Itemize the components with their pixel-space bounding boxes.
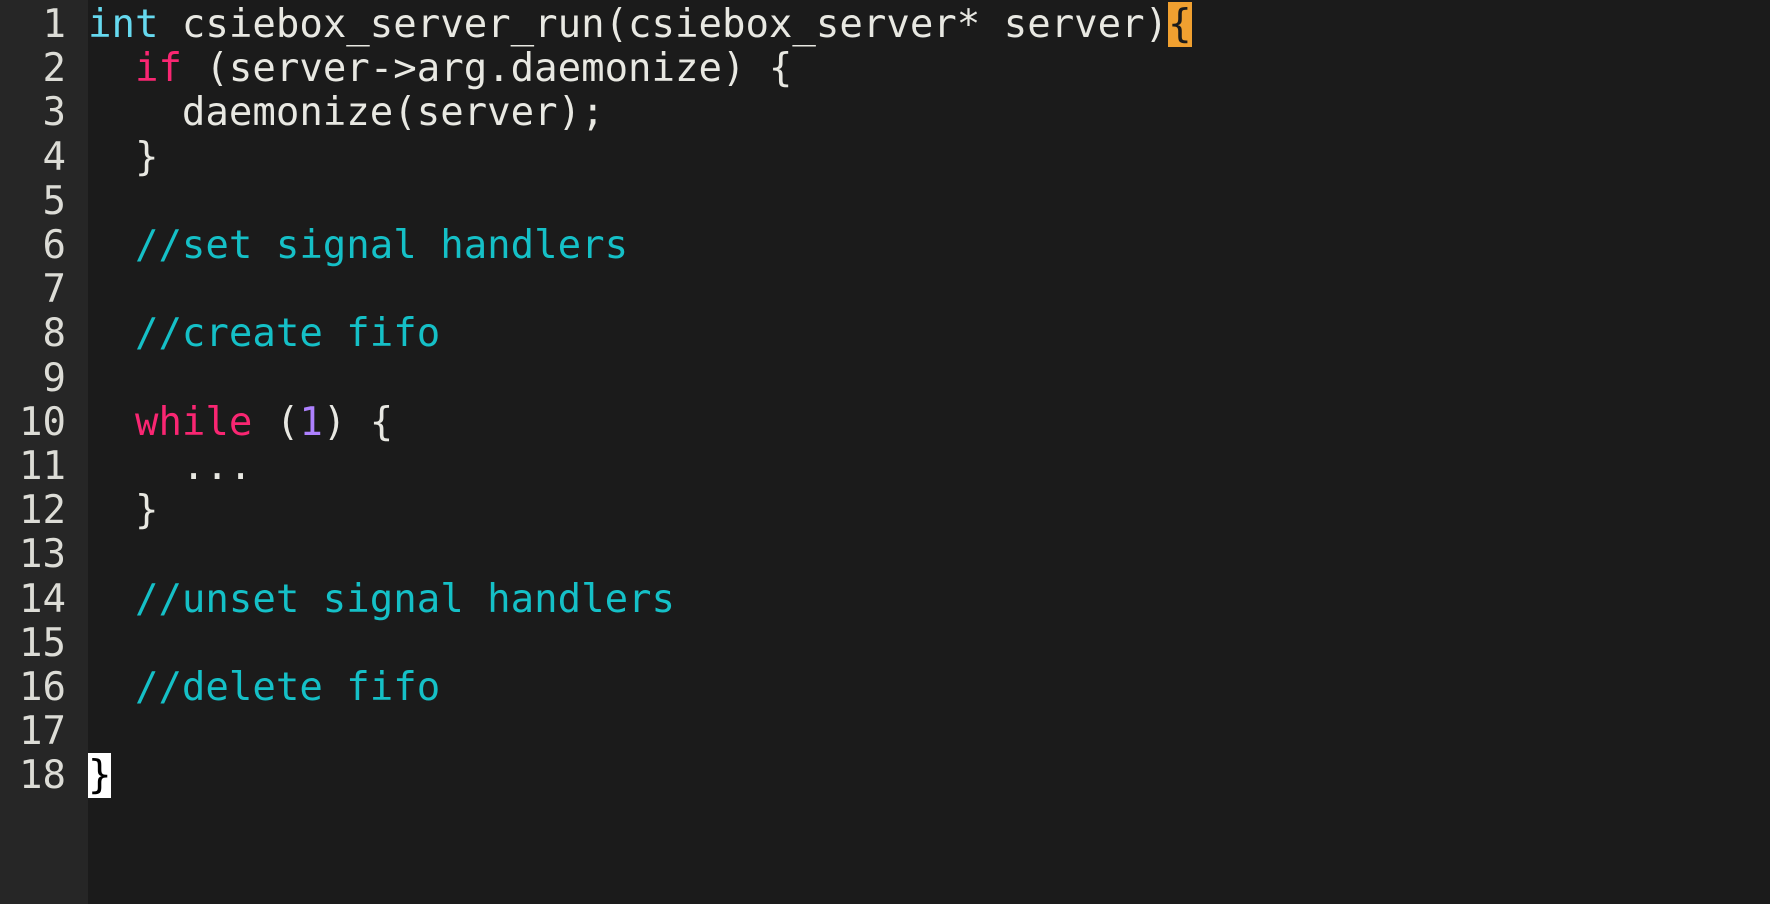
code-token: ... [88,444,253,489]
line-code[interactable]: ... [88,442,252,492]
line-number: 17 [19,709,66,755]
line-code[interactable]: } [88,486,159,536]
comment-token: //set signal handlers [134,223,629,268]
window-edge [1770,0,1774,904]
matching-bracket-highlight: { [1168,2,1192,47]
line-code[interactable]: } [88,751,112,801]
line-number: 2 [42,46,66,92]
keyword-token: int [88,2,159,47]
line-number: 11 [19,444,66,489]
line-code[interactable]: } [88,133,159,183]
comment-token: //create fifo [134,311,441,357]
code-token: } [88,134,159,180]
code-token: csiebox_server_run(csiebox_server* serve… [158,2,1169,47]
comment-token: //delete fifo [134,665,441,710]
line-number: 16 [19,665,66,710]
number-token: 1 [299,399,323,445]
line-code[interactable]: int csiebox_server_run(csiebox_server* s… [88,0,1192,50]
line-number: 13 [19,532,66,578]
line-number: 3 [42,90,66,136]
line-code[interactable]: if (server->arg.daemonize) { [88,44,792,94]
keyword-token: while [134,399,253,445]
line-number: 9 [42,355,66,401]
line-number: 8 [42,311,66,357]
line-number: 1 [42,2,66,47]
line-number: 10 [19,399,66,445]
line-number: 6 [42,223,66,268]
keyword-token: if [134,46,182,92]
line-number: 5 [42,178,66,224]
code-editor[interactable]: 1 int csiebox_server_run(csiebox_server* … [0,0,1770,904]
code-token: (server->arg.daemonize) { [181,46,793,92]
line-code[interactable]: //create fifo [88,309,440,359]
line-code[interactable]: //delete fifo [88,663,440,713]
line-number: 7 [42,267,66,313]
code-token: ( [252,399,300,445]
line-number: 15 [19,620,66,666]
line-number: 4 [42,134,66,180]
line-number: 12 [19,488,66,534]
comment-token: //unset signal handlers [134,576,676,622]
line-number: 14 [19,576,66,622]
line-code[interactable]: //unset signal handlers [88,575,675,625]
code-token: } [88,488,159,534]
line-number: 18 [19,753,66,799]
line-code[interactable]: //set signal handlers [88,221,628,271]
code-token: daemonize(server); [88,90,605,136]
code-token: ) { [322,399,394,445]
line-code[interactable]: daemonize(server); [88,88,605,138]
text-cursor: } [88,753,112,799]
line-code[interactable]: while (1) { [88,398,393,448]
